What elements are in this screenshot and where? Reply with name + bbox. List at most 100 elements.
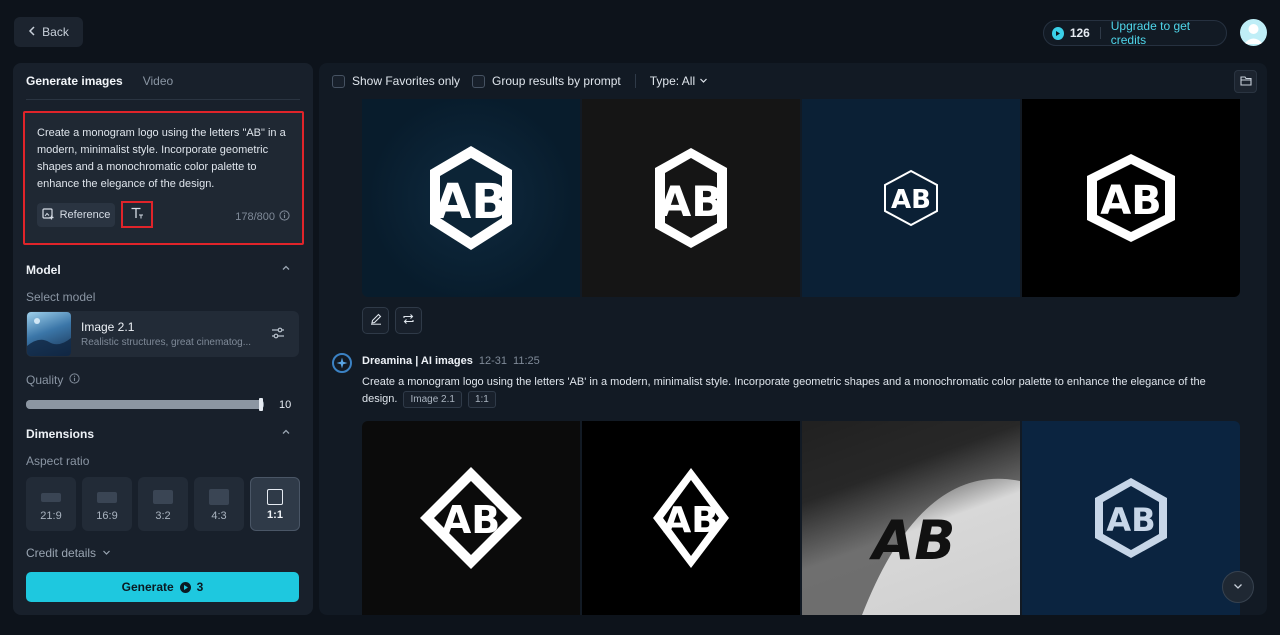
back-label: Back: [42, 25, 69, 39]
logo-text: AB: [1106, 501, 1155, 539]
group-label: Group results by prompt: [492, 74, 621, 88]
group-checkbox[interactable]: [472, 74, 486, 88]
divider: [1099, 27, 1101, 39]
ratio-option-21-9[interactable]: 21:9: [26, 477, 76, 531]
reference-label: Reference: [59, 209, 111, 221]
text-icon: [130, 206, 144, 223]
credits-count: 126: [1069, 26, 1090, 40]
mode-tabs: Generate images Video: [26, 74, 173, 97]
type-filter-dropdown[interactable]: Type: All: [650, 74, 708, 88]
chevron-left-icon: [28, 25, 36, 39]
logo-text: AB: [434, 174, 508, 230]
upgrade-link[interactable]: Upgrade to get credits: [1111, 19, 1218, 47]
quality-slider[interactable]: [26, 400, 264, 409]
logo-text: AB: [891, 185, 931, 215]
ratio-preview: [41, 493, 61, 502]
chevron-down-icon: [1232, 580, 1244, 595]
monogram-logo: AB: [430, 146, 512, 250]
ratio-label: 1:1: [267, 509, 283, 521]
monogram-logo: AB: [802, 421, 1020, 615]
chevron-up-icon[interactable]: [281, 262, 291, 276]
folder-icon: [1239, 75, 1252, 89]
character-counter: 178/800: [235, 210, 290, 224]
prompt-input[interactable]: Create a monogram logo using the letters…: [37, 125, 292, 193]
monogram-logo: AB: [420, 467, 522, 569]
favorites-checkbox[interactable]: [332, 74, 345, 88]
quality-value: 10: [279, 399, 292, 411]
tab-video[interactable]: Video: [143, 74, 173, 97]
generate-label: Generate: [121, 580, 174, 594]
refresh-icon: [402, 313, 415, 328]
generated-image[interactable]: AB: [1022, 421, 1240, 615]
ratio-option-3-2[interactable]: 3:2: [138, 477, 188, 531]
credit-coin-icon: [1052, 26, 1064, 40]
ratio-preview: [267, 489, 283, 505]
scroll-down-button[interactable]: [1222, 571, 1254, 603]
credit-coin-icon: [179, 581, 191, 593]
quality-label-row: Quality: [26, 373, 80, 387]
select-model-label: Select model: [26, 290, 96, 304]
ratio-label: 21:9: [40, 510, 62, 522]
reference-button[interactable]: Reference: [37, 203, 115, 227]
favorites-label: Show Favorites only: [352, 74, 461, 88]
image-row-1: AB AB AB AB: [362, 99, 1240, 297]
generation-time: 11:25: [513, 355, 540, 367]
generation-header: Dreamina | AI images 12-31 11:25: [362, 355, 540, 367]
ratio-option-16-9[interactable]: 16:9: [82, 477, 132, 531]
info-icon[interactable]: [279, 210, 290, 224]
ratio-preview: [153, 490, 173, 504]
pencil-icon: [370, 313, 382, 328]
back-button[interactable]: Back: [14, 17, 83, 47]
prompt-box[interactable]: Create a monogram logo using the letters…: [23, 111, 304, 245]
ratio-option-1-1[interactable]: 1:1: [250, 477, 300, 531]
credits-widget[interactable]: 126 Upgrade to get credits: [1043, 19, 1227, 47]
image-add-icon: [42, 207, 54, 223]
model-description: Realistic structures, great cinematog...: [81, 337, 252, 348]
favorites-filter[interactable]: Show Favorites only: [332, 74, 460, 88]
credit-details-toggle[interactable]: Credit details: [26, 546, 111, 560]
logo-text: AB: [869, 509, 956, 572]
ratio-option-4-3[interactable]: 4:3: [194, 477, 244, 531]
edit-button[interactable]: [362, 307, 389, 334]
info-icon[interactable]: [69, 373, 80, 387]
quality-slider-fill: [26, 400, 264, 409]
ratio-tag: 1:1: [467, 391, 496, 408]
generated-image[interactable]: AB: [802, 421, 1020, 615]
aspect-ratio-options: 21:9 16:9 3:2 4:3 1:1: [26, 477, 300, 531]
dreamina-logo-icon: [332, 353, 352, 373]
generated-image[interactable]: AB: [582, 99, 800, 297]
quality-label: Quality: [26, 373, 64, 387]
chevron-down-icon: [699, 74, 708, 88]
folder-button[interactable]: [1234, 70, 1257, 93]
image-row-2: AB AB AB AB: [362, 421, 1240, 615]
ratio-preview: [97, 492, 117, 503]
regenerate-button[interactable]: [395, 307, 422, 334]
ratio-label: 3:2: [155, 510, 171, 522]
divider: [26, 99, 300, 100]
sliders-icon[interactable]: [271, 326, 285, 343]
text-style-button[interactable]: [121, 201, 153, 228]
chevron-up-icon[interactable]: [281, 426, 291, 440]
aspect-ratio-label: Aspect ratio: [26, 454, 90, 468]
avatar[interactable]: [1240, 19, 1267, 46]
model-selector[interactable]: Image 2.1 Realistic structures, great ci…: [26, 311, 299, 357]
model-tag: Image 2.1: [403, 391, 462, 408]
logo-text: AB: [659, 177, 724, 226]
logo-text: AB: [1100, 178, 1161, 224]
monogram-logo: AB: [1087, 154, 1175, 242]
generate-button[interactable]: Generate 3: [26, 572, 299, 602]
quality-slider-handle[interactable]: [259, 398, 263, 411]
generated-image[interactable]: AB: [802, 99, 1020, 297]
generated-image[interactable]: AB: [1022, 99, 1240, 297]
dimensions-section-title: Dimensions: [26, 427, 95, 441]
generation-date: 12-31: [478, 355, 508, 367]
ratio-label: 16:9: [96, 510, 118, 522]
monogram-logo: AB: [1095, 478, 1167, 558]
generated-image[interactable]: AB: [362, 99, 580, 297]
ratio-preview: [209, 489, 229, 505]
tab-generate-images[interactable]: Generate images: [26, 74, 123, 97]
generated-image[interactable]: AB: [362, 421, 580, 615]
generated-image[interactable]: AB: [582, 421, 800, 615]
group-filter[interactable]: Group results by prompt: [472, 74, 621, 88]
ratio-label: 4:3: [211, 510, 227, 522]
